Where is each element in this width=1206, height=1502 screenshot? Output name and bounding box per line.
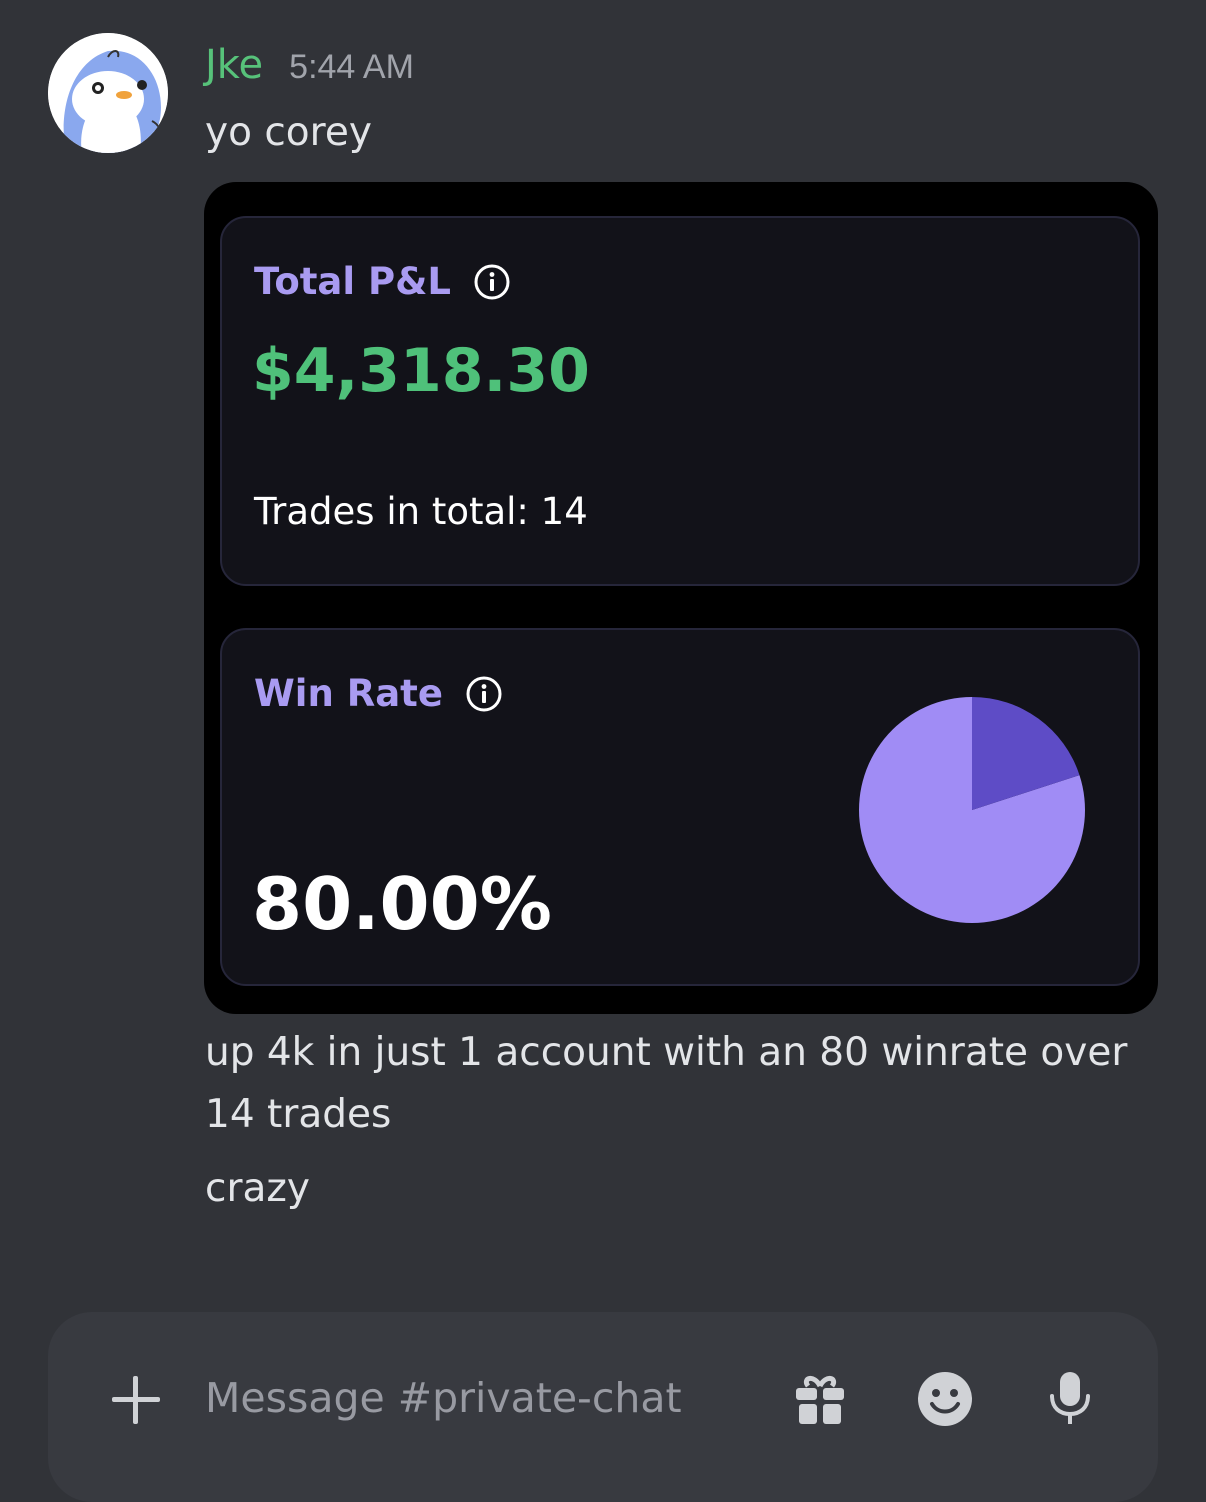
info-icon bbox=[474, 264, 510, 299]
pnl-label: Total P&L bbox=[254, 260, 451, 303]
message-line: yo corey bbox=[205, 110, 372, 155]
microphone-icon[interactable] bbox=[1048, 1370, 1092, 1428]
message-composer: Message #private-chat bbox=[48, 1312, 1158, 1502]
info-icon bbox=[466, 676, 502, 711]
avatar-penguin-icon bbox=[48, 33, 168, 153]
trades-count: Trades in total: 14 bbox=[254, 490, 588, 533]
timestamp: 5:44 AM bbox=[289, 48, 414, 86]
pnl-label-row: Total P&L bbox=[254, 260, 511, 303]
pnl-card: Total P&L $4,318.30 Trades in total: 14 bbox=[220, 216, 1140, 586]
avatar[interactable] bbox=[48, 33, 168, 153]
username[interactable]: Jke bbox=[205, 42, 263, 88]
message-header: Jke 5:44 AM bbox=[205, 42, 414, 88]
plus-icon[interactable] bbox=[108, 1372, 164, 1428]
winrate-card: Win Rate 80.00% bbox=[220, 628, 1140, 986]
winrate-value: 80.00% bbox=[252, 862, 552, 946]
message-input[interactable]: Message #private-chat bbox=[205, 1374, 682, 1422]
message-line: up 4k in just 1 account with an 80 winra… bbox=[205, 1030, 1128, 1075]
winrate-pie-chart bbox=[859, 697, 1085, 923]
pnl-value: $4,318.30 bbox=[252, 336, 590, 406]
emoji-icon[interactable] bbox=[916, 1370, 974, 1428]
gift-icon[interactable] bbox=[792, 1372, 848, 1428]
message-line: crazy bbox=[205, 1166, 310, 1211]
winrate-label: Win Rate bbox=[254, 672, 443, 715]
image-attachment[interactable]: Total P&L $4,318.30 Trades in total: 14 … bbox=[204, 182, 1158, 1014]
message-line: 14 trades bbox=[205, 1092, 392, 1137]
winrate-label-row: Win Rate bbox=[254, 672, 503, 715]
